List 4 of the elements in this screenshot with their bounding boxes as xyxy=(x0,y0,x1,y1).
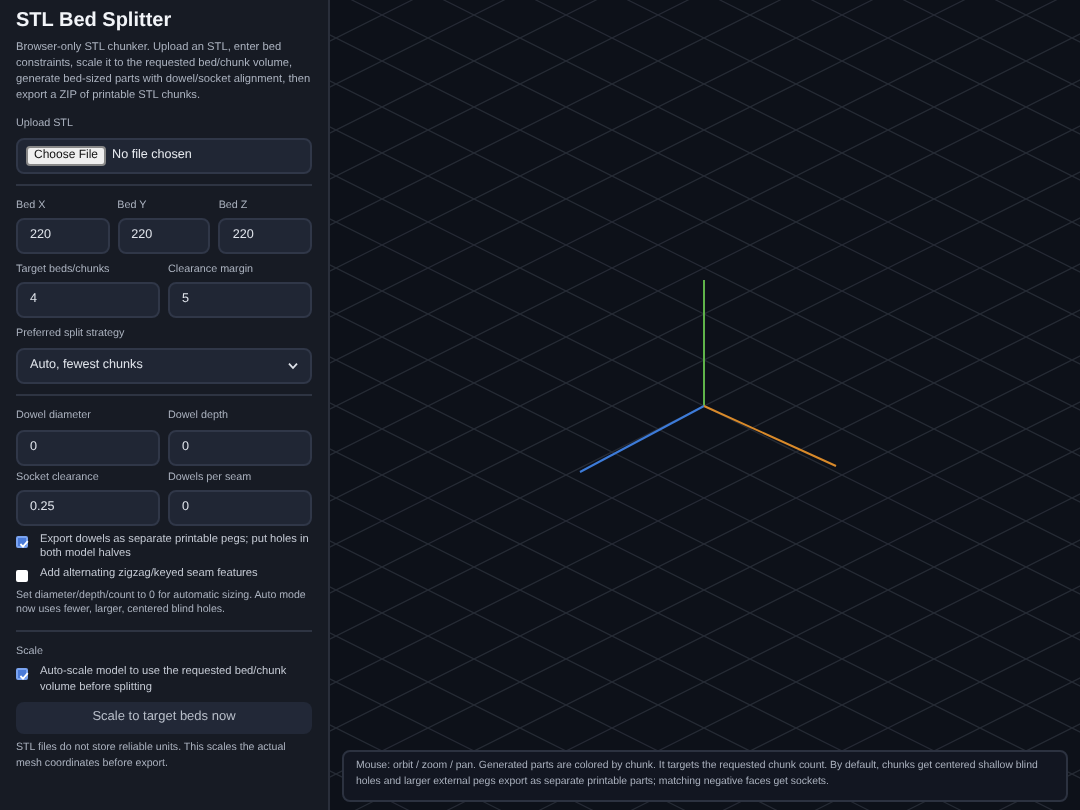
checkbox[interactable] xyxy=(16,535,28,548)
app-title: STL Bed Splitter xyxy=(16,10,174,34)
checkbox[interactable] xyxy=(16,668,28,681)
chevron-icon xyxy=(288,362,298,371)
